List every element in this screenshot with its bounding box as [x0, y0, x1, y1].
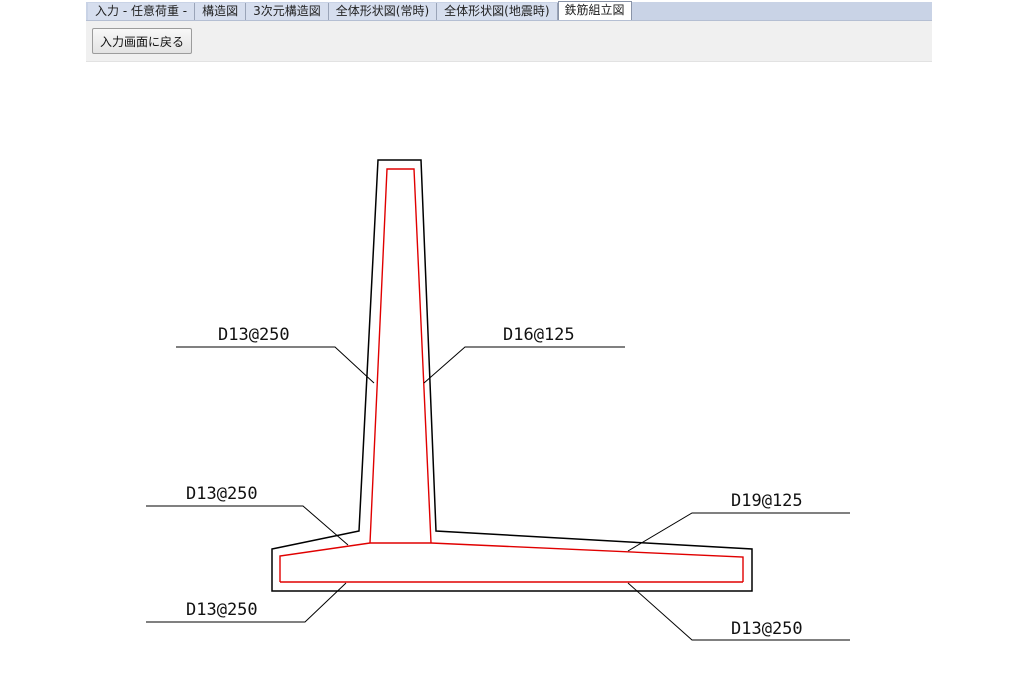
toolbar: 入力画面に戻る: [86, 21, 932, 62]
leader-wall-right: [423, 346, 625, 384]
label-bottom-right: D13@250: [731, 619, 803, 639]
rebar-top-heel: [430, 542, 744, 582]
back-to-input-button[interactable]: 入力画面に戻る: [92, 28, 193, 54]
label-heel-top: D19@125: [731, 491, 803, 511]
tab-3d-structure[interactable]: 3次元構造図: [246, 3, 329, 20]
rebar-wall: [369, 168, 432, 544]
tab-shape-seismic[interactable]: 全体形状図(地震時): [437, 3, 558, 20]
label-toe-top: D13@250: [186, 484, 258, 504]
label-bottom-left: D13@250: [186, 600, 258, 620]
tab-structure-drawing[interactable]: 構造図: [195, 3, 247, 20]
tab-rebar-assembly[interactable]: 鉄筋組立図: [557, 1, 632, 20]
label-wall-right: D16@125: [503, 325, 575, 345]
tab-shape-normal[interactable]: 全体形状図(常時): [328, 3, 438, 20]
leader-heel-top: [627, 512, 850, 552]
rebar-top-toe: [279, 542, 371, 582]
tab-bar: 入力 - 任意荷重 - 構造図 3次元構造図 全体形状図(常時) 全体形状図(地…: [86, 1, 932, 21]
tab-input-load[interactable]: 入力 - 任意荷重 -: [88, 3, 196, 20]
rebar-drawing-canvas: D13@250 D16@125 D13@250 D19@125 D13@250 …: [146, 159, 850, 641]
rebar-group: [279, 168, 744, 583]
concrete-outline: [271, 159, 753, 592]
label-wall-left: D13@250: [218, 325, 290, 345]
leader-wall-left: [176, 346, 375, 384]
